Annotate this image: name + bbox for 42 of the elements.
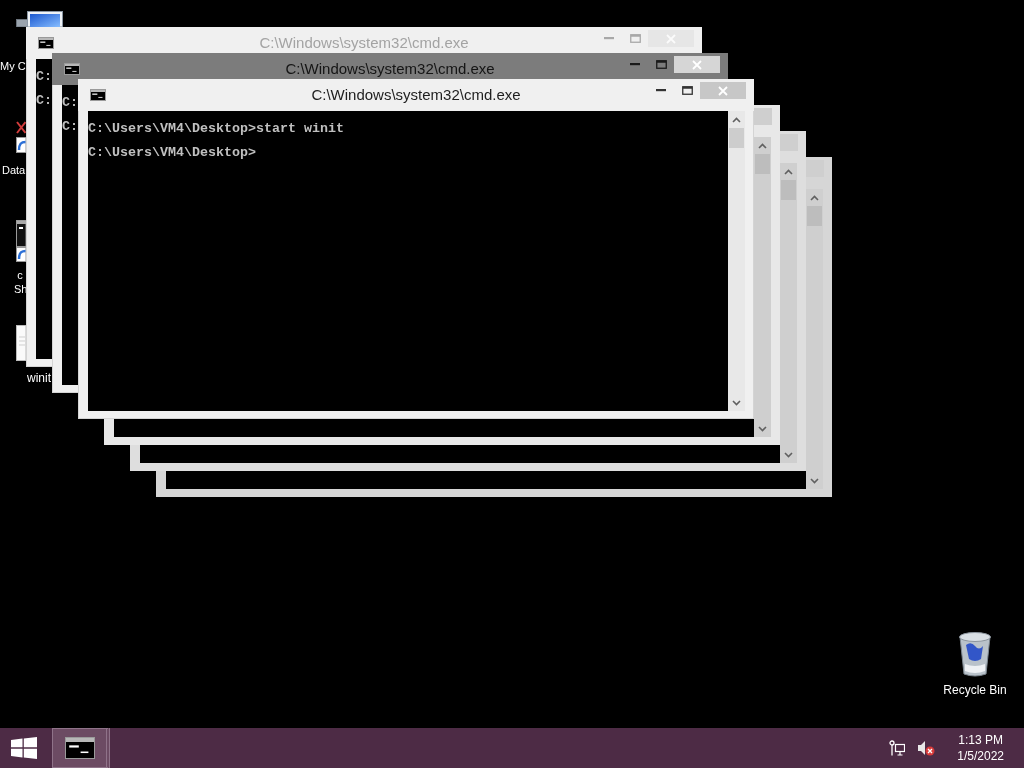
terminal-icon[interactable]: [64, 737, 95, 759]
trash-bin-icon[interactable]: [957, 631, 993, 678]
window-title: C:\Windows\system32\cmd.exe: [311, 86, 521, 104]
chevron-up-icon: [784, 168, 793, 175]
chevron-down-icon: [758, 425, 767, 432]
chevron-up-icon: [758, 142, 767, 149]
minimize-icon[interactable]: [630, 63, 640, 66]
monitor-icon[interactable]: [16, 11, 63, 27]
minimize-icon[interactable]: [656, 89, 666, 92]
clock-button[interactable]: 1:13 PM 1/5/2022: [951, 732, 1010, 764]
chevron-down-icon[interactable]: [732, 399, 741, 406]
terminal-icon[interactable]: [64, 63, 80, 75]
console-text: C:: [62, 120, 78, 134]
window-title: C:\Windows\system32\cmd.exe: [285, 60, 495, 78]
window-title: C:\Windows\system32\cmd.exe: [259, 34, 469, 52]
terminal-icon[interactable]: [38, 37, 54, 49]
scrollbar[interactable]: [728, 111, 745, 411]
chevron-up-icon[interactable]: [732, 116, 741, 123]
title-button-edge: [754, 108, 772, 125]
scrollbar-thumb: [781, 180, 796, 200]
chevron-up-icon: [810, 194, 819, 201]
maximize-icon[interactable]: [681, 86, 693, 95]
desktop-icon-label[interactable]: Recycle Bin: [943, 683, 1007, 697]
console-text: C:: [36, 70, 52, 84]
desktop-icon-label[interactable]: My C: [0, 59, 26, 73]
desktop-icon-label[interactable]: Data: [2, 163, 26, 177]
speaker-muted-icon[interactable]: [917, 740, 936, 756]
chevron-down-icon: [784, 451, 793, 458]
console-text: C:: [62, 96, 78, 110]
title-button-edge: [780, 134, 798, 151]
desktop-icon-label[interactable]: winit: [27, 371, 51, 385]
console-text: C:: [36, 94, 52, 108]
chevron-down-icon: [810, 477, 819, 484]
scrollbar-thumb: [755, 154, 770, 174]
terminal-icon[interactable]: [90, 89, 106, 101]
console-text: C:\Users\VM4\Desktop>: [88, 146, 256, 160]
scrollbar-thumb[interactable]: [729, 128, 744, 148]
console-text: C:\Users\VM4\Desktop>start winit: [88, 122, 344, 136]
network-icon[interactable]: [889, 740, 906, 756]
scrollbar-thumb: [807, 206, 822, 226]
taskbar-app-button[interactable]: [52, 728, 110, 768]
window-panes-icon[interactable]: [11, 737, 37, 759]
